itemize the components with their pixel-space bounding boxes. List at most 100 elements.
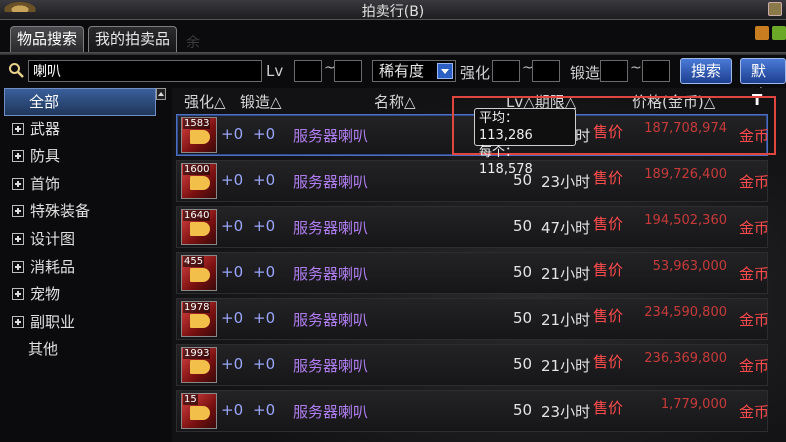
enhance-min-input[interactable] (492, 60, 520, 82)
row-enhance: +0 (221, 355, 244, 373)
chevron-down-icon[interactable] (437, 63, 453, 79)
row-time-left: 21小时 (541, 265, 591, 283)
table-row[interactable]: 455 +0 +0 服务器喇叭 50 21小时 售价 53,963,000 金币 (176, 252, 770, 294)
expand-plus-icon[interactable] (12, 315, 24, 328)
sidebar-item-blueprints[interactable]: 设计图 (4, 226, 156, 254)
row-forge: +0 (253, 263, 276, 281)
sidebar-item-special-equipment[interactable]: 特殊装备 (4, 198, 156, 226)
server-horn-item-icon: 455 (181, 255, 217, 291)
table-row[interactable]: 15 +0 +0 服务器喇叭 50 23小时 售价 1,779,000 金币 (176, 390, 770, 432)
row-price: 53,963,000 (652, 259, 727, 274)
tooltip-average: 平均：113,286 (479, 111, 533, 143)
close-icon[interactable] (768, 2, 782, 16)
row-currency: 金币 (739, 403, 770, 421)
row-item-name: 服务器喇叭 (293, 127, 369, 145)
table-row[interactable]: 1993 +0 +0 服务器喇叭 50 21小时 售价 236,369,800 … (176, 344, 770, 386)
row-sell-label: 售价 (593, 169, 624, 187)
row-item-name: 服务器喇叭 (293, 311, 369, 329)
rarity-label: 稀有度 (379, 62, 425, 80)
expand-plus-icon[interactable] (12, 150, 24, 163)
row-currency: 金币 (739, 265, 770, 283)
sidebar-item-accessories[interactable]: 首饰 (4, 171, 156, 199)
server-horn-item-icon: 1978 (181, 301, 217, 337)
sidebar-item-pets[interactable]: 宠物 (4, 281, 156, 309)
table-row[interactable]: 1600 +0 +0 服务器喇叭 50 23小时 售价 189,726,400 … (176, 160, 770, 202)
lv-min-input[interactable] (294, 60, 322, 82)
expand-plus-icon[interactable] (12, 260, 24, 273)
server-horn-item-icon: 1640 (181, 209, 217, 245)
forge-min-input[interactable] (600, 60, 628, 82)
search-button[interactable]: 搜索 (680, 58, 733, 84)
row-level: 50 (513, 217, 533, 235)
row-time-left: 21小时 (541, 311, 591, 329)
row-item-name: 服务器喇叭 (293, 173, 369, 191)
row-level: 50 (513, 309, 533, 327)
sidebar-item-all[interactable]: 全部 (4, 88, 156, 116)
price-tooltip: 平均：113,286 每个：118,578 (474, 108, 576, 177)
row-time-left: 21小时 (541, 357, 591, 375)
lv-max-input[interactable] (334, 60, 362, 82)
row-forge: +0 (253, 401, 276, 419)
sidebar-item-subjob[interactable]: 副职业 (4, 309, 156, 337)
default-button[interactable]: 默认 (740, 58, 786, 104)
search-input[interactable] (28, 60, 262, 82)
tooltip-per-unit: 每个：118,578 (479, 145, 533, 177)
row-level: 50 (513, 401, 533, 419)
scroll-up-arrow-icon[interactable] (156, 88, 166, 100)
row-enhance: +0 (221, 401, 244, 419)
server-horn-item-icon: 1600 (181, 163, 217, 199)
row-currency: 金币 (739, 357, 770, 375)
forge-max-input[interactable] (642, 60, 670, 82)
expand-plus-icon[interactable] (12, 122, 24, 135)
row-price: 236,369,800 (644, 351, 727, 366)
row-forge: +0 (253, 355, 276, 373)
sidebar-item-armor[interactable]: 防具 (4, 143, 156, 171)
enhance-max-input[interactable] (532, 60, 560, 82)
row-sell-label: 售价 (593, 261, 624, 279)
expand-plus-icon[interactable] (12, 177, 24, 190)
server-horn-item-icon: 1993 (181, 347, 217, 383)
row-enhance: +0 (221, 217, 244, 235)
green-status-icon[interactable] (772, 26, 786, 40)
row-price: 194,502,360 (644, 213, 727, 228)
row-enhance: +0 (221, 171, 244, 189)
save-icon[interactable] (755, 26, 769, 40)
forge-label: 锻造 (570, 64, 601, 82)
row-item-name: 服务器喇叭 (293, 219, 369, 237)
expand-plus-icon[interactable] (12, 205, 24, 218)
tab-bar: 物品搜索 我的拍卖品 (10, 26, 178, 52)
rarity-select[interactable]: 稀有度 (372, 60, 456, 82)
row-sell-label: 售价 (593, 399, 624, 417)
search-row: Lv ~ 稀有度 强化 ~ 锻造 ~ 搜索 默认 (4, 58, 786, 104)
server-horn-item-icon: 15 (181, 393, 217, 429)
header-enhance[interactable]: 强化△ (184, 91, 226, 112)
tab-divider (0, 52, 786, 55)
tab-item-search[interactable]: 物品搜索 (10, 26, 85, 52)
row-sell-label: 售价 (593, 353, 624, 371)
row-enhance: +0 (221, 263, 244, 281)
sidebar-item-consumables[interactable]: 消耗品 (4, 254, 156, 282)
row-currency: 金币 (739, 173, 770, 191)
table-row[interactable]: 1640 +0 +0 服务器喇叭 50 47小时 售价 194,502,360 … (176, 206, 769, 248)
row-price: 234,590,800 (644, 305, 727, 320)
row-enhance: +0 (221, 125, 244, 143)
row-price: 189,726,400 (644, 167, 727, 182)
row-time-left: 23小时 (541, 403, 591, 421)
window-title: 拍卖行(B) (361, 4, 425, 20)
expand-plus-icon[interactable] (12, 232, 24, 245)
expand-plus-icon[interactable] (12, 288, 24, 301)
row-item-name: 服务器喇叭 (293, 403, 369, 421)
sidebar-item-other[interactable]: 其他 (4, 336, 156, 364)
row-time-left: 47小时 (541, 219, 591, 237)
row-price: 1,779,000 (660, 397, 727, 412)
row-enhance: +0 (221, 309, 244, 327)
sidebar-item-weapons[interactable]: 武器 (4, 116, 156, 144)
table-row[interactable]: 1978 +0 +0 服务器喇叭 50 21小时 售价 234,590,800 … (176, 298, 769, 340)
tab-my-auctions[interactable]: 我的拍卖品 (88, 26, 178, 52)
server-horn-item-icon: 1583 (181, 117, 217, 153)
header-name[interactable]: 名称△ (374, 91, 416, 112)
row-forge: +0 (253, 217, 276, 235)
header-forge[interactable]: 锻造△ (240, 91, 282, 112)
row-level: 50 (513, 355, 533, 373)
lv-label: Lv (266, 62, 284, 80)
